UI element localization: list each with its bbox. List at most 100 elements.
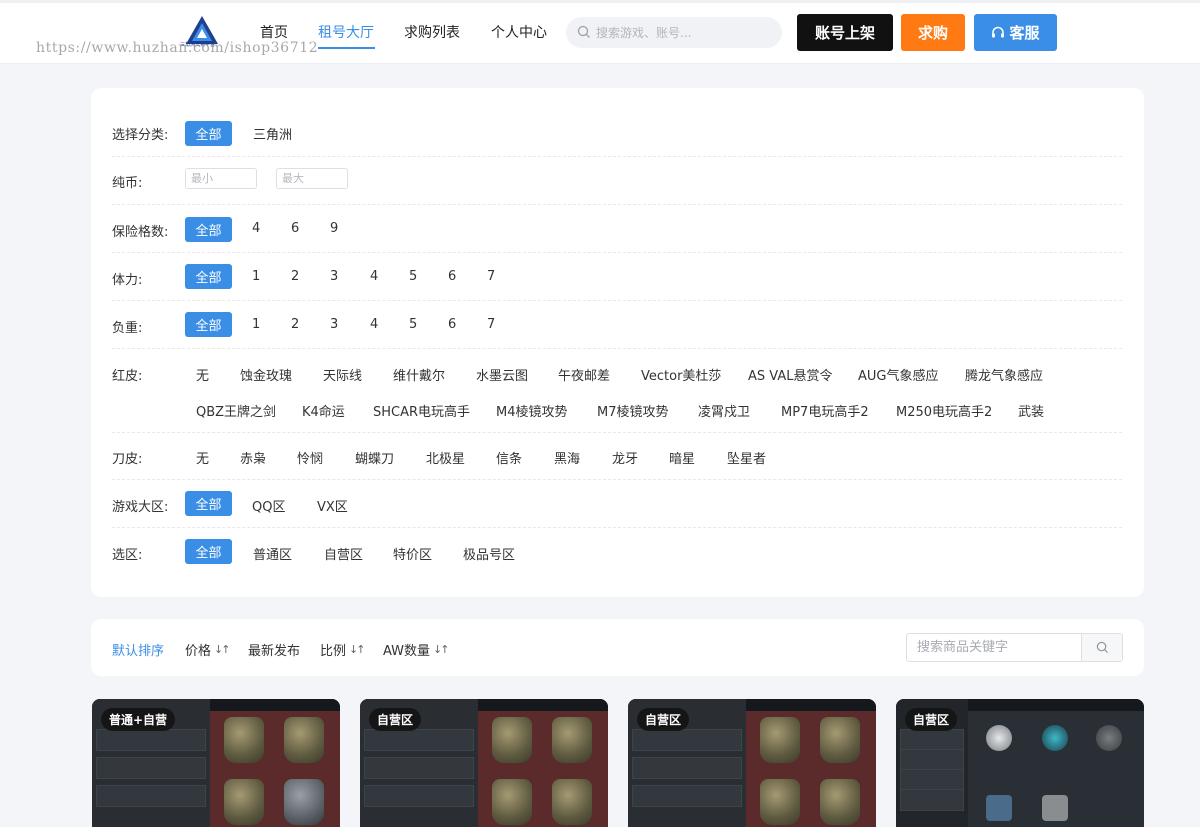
sort-price[interactable]: 价格 ↓↑ bbox=[185, 640, 231, 659]
list-account-button[interactable]: 账号上架 bbox=[797, 14, 893, 51]
loadout-slot bbox=[364, 757, 474, 779]
filter-option[interactable]: 腾龙气象感应 bbox=[965, 365, 1043, 384]
filter-option[interactable]: 9 bbox=[330, 221, 338, 236]
filter-option[interactable]: 5 bbox=[409, 317, 417, 332]
product-card[interactable]: 自营区 bbox=[360, 699, 608, 827]
filter-option[interactable]: 极品号区 bbox=[463, 544, 515, 563]
filter-option-all[interactable]: 全部 bbox=[185, 312, 232, 337]
filter-option[interactable]: M4棱镜攻势 bbox=[496, 401, 568, 420]
filter-row-category: 选择分类: 全部 三角洲 bbox=[112, 109, 1122, 157]
coin-max-input[interactable] bbox=[276, 168, 348, 189]
filter-option[interactable]: QBZ王牌之剑 bbox=[196, 401, 276, 420]
loadout-slot bbox=[632, 729, 742, 751]
filter-option[interactable]: 3 bbox=[330, 269, 338, 284]
coin-min-input[interactable] bbox=[185, 168, 257, 189]
filter-option[interactable]: 蚀金玫瑰 bbox=[240, 365, 292, 384]
filter-option-all[interactable]: 全部 bbox=[185, 539, 232, 564]
filter-row-zone: 选区: 全部 普通区 自营区 特价区 极品号区 bbox=[112, 528, 1122, 576]
filter-option[interactable]: 4 bbox=[370, 317, 378, 332]
filter-option[interactable]: 6 bbox=[448, 269, 456, 284]
sort-default[interactable]: 默认排序 bbox=[112, 640, 164, 659]
filter-option[interactable]: 天际线 bbox=[323, 365, 362, 384]
filter-option[interactable]: 7 bbox=[487, 269, 495, 284]
armor-image bbox=[492, 717, 532, 763]
header-search-input[interactable] bbox=[596, 23, 772, 43]
filter-option[interactable]: M7棱镜攻势 bbox=[597, 401, 669, 420]
filter-option[interactable]: 水墨云图 bbox=[476, 365, 528, 384]
filter-option[interactable]: 坠星者 bbox=[727, 448, 766, 467]
card-image-armor bbox=[746, 711, 876, 827]
sort-latest[interactable]: 最新发布 bbox=[248, 640, 300, 659]
sort-ratio[interactable]: 比例 ↓↑ bbox=[320, 640, 366, 659]
filter-option[interactable]: 蝴蝶刀 bbox=[355, 448, 394, 467]
filter-option[interactable]: AS VAL悬赏令 bbox=[748, 365, 832, 384]
nav-rental-hall[interactable]: 租号大厅 bbox=[318, 22, 374, 42]
filter-option[interactable]: 维什戴尔 bbox=[393, 365, 445, 384]
filter-option[interactable]: K4命运 bbox=[302, 401, 345, 420]
filter-option-all[interactable]: 全部 bbox=[185, 491, 232, 516]
filter-option[interactable]: 2 bbox=[291, 317, 299, 332]
filter-option[interactable]: Vector美杜莎 bbox=[641, 365, 721, 384]
loadout-slot bbox=[632, 785, 742, 807]
filter-option[interactable]: 信条 bbox=[496, 448, 522, 467]
keyword-search-input[interactable] bbox=[907, 634, 1082, 661]
armor-image bbox=[820, 779, 860, 825]
filter-option-all[interactable]: 全部 bbox=[185, 217, 232, 242]
sort-arrows-icon: ↓↑ bbox=[433, 643, 450, 656]
filter-option[interactable]: 暗星 bbox=[669, 448, 695, 467]
filter-option[interactable]: 6 bbox=[448, 317, 456, 332]
sort-label: 比例 bbox=[320, 644, 347, 659]
filter-option[interactable]: 4 bbox=[370, 269, 378, 284]
filter-option[interactable]: SHCAR电玩高手 bbox=[373, 401, 470, 420]
product-card[interactable]: 普通+自营 bbox=[92, 699, 340, 827]
product-card[interactable]: 自营区 bbox=[628, 699, 876, 827]
filter-option[interactable]: 北极星 bbox=[426, 448, 465, 467]
sort-aw-count[interactable]: AW数量 ↓↑ bbox=[383, 640, 450, 659]
nav-personal-center[interactable]: 个人中心 bbox=[491, 22, 547, 42]
filter-option[interactable]: 1 bbox=[252, 269, 260, 284]
filter-option[interactable]: 普通区 bbox=[253, 544, 292, 563]
filter-option[interactable]: 无 bbox=[196, 448, 209, 467]
armor-image bbox=[552, 779, 592, 825]
filter-option[interactable]: VX区 bbox=[317, 496, 348, 515]
nav-home[interactable]: 首页 bbox=[260, 22, 288, 42]
card-zone-tag: 自营区 bbox=[369, 708, 422, 731]
filter-option[interactable]: 龙牙 bbox=[612, 448, 638, 467]
filter-option[interactable]: 武装 bbox=[1018, 401, 1044, 420]
filter-option[interactable]: QQ区 bbox=[252, 496, 285, 515]
keyword-search-button[interactable] bbox=[1081, 634, 1122, 661]
filter-option[interactable]: 7 bbox=[487, 317, 495, 332]
filter-option-all[interactable]: 全部 bbox=[185, 264, 232, 289]
search-icon bbox=[1096, 641, 1108, 654]
filter-option[interactable]: M250电玩高手2 bbox=[896, 401, 992, 420]
filter-option[interactable]: 2 bbox=[291, 269, 299, 284]
filter-option[interactable]: 三角洲 bbox=[253, 124, 292, 143]
filter-option[interactable]: 黑海 bbox=[554, 448, 580, 467]
filter-option[interactable]: 1 bbox=[252, 317, 260, 332]
filter-option[interactable]: 赤枭 bbox=[240, 448, 266, 467]
armor-image bbox=[224, 717, 264, 763]
armor-image bbox=[820, 717, 860, 763]
filter-label: 体力: bbox=[112, 273, 143, 288]
filter-option-all[interactable]: 全部 bbox=[185, 121, 232, 146]
filter-option[interactable]: 无 bbox=[196, 365, 209, 384]
gear-image bbox=[986, 795, 1012, 821]
filter-label: 纯币: bbox=[112, 176, 143, 191]
filter-option[interactable]: AUG气象感应 bbox=[858, 365, 938, 384]
filter-option[interactable]: MP7电玩高手2 bbox=[781, 401, 869, 420]
nav-buy-requests[interactable]: 求购列表 bbox=[404, 22, 460, 42]
filter-option[interactable]: 6 bbox=[291, 221, 299, 236]
product-card[interactable]: 自营区 bbox=[896, 699, 1144, 827]
filter-option[interactable]: 4 bbox=[252, 221, 260, 236]
filter-option[interactable]: 凌霄戍卫 bbox=[698, 401, 750, 420]
top-border bbox=[0, 0, 1200, 3]
filter-option[interactable]: 3 bbox=[330, 317, 338, 332]
customer-service-button[interactable]: 客服 bbox=[974, 14, 1057, 51]
armor-image bbox=[492, 779, 532, 825]
filter-option[interactable]: 自营区 bbox=[324, 544, 363, 563]
filter-option[interactable]: 午夜邮差 bbox=[558, 365, 610, 384]
buy-request-button[interactable]: 求购 bbox=[901, 14, 965, 51]
filter-option[interactable]: 特价区 bbox=[393, 544, 432, 563]
filter-option[interactable]: 5 bbox=[409, 269, 417, 284]
filter-option[interactable]: 怜悯 bbox=[297, 448, 323, 467]
